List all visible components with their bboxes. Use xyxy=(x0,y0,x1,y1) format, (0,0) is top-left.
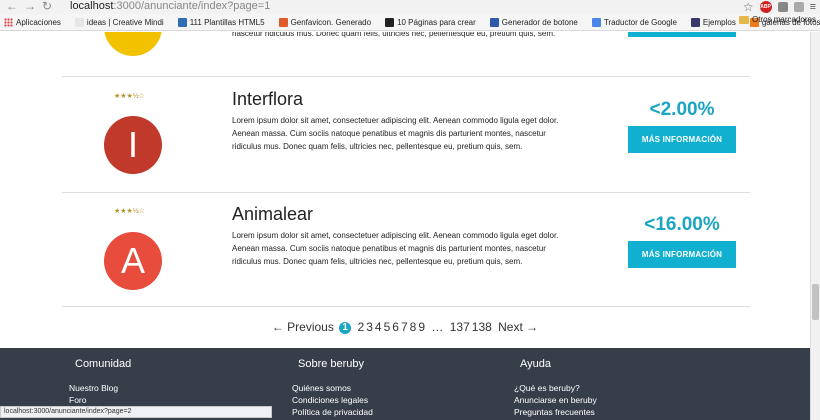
forward-arrow-icon[interactable]: → xyxy=(24,0,36,13)
company-logo: I xyxy=(104,116,162,174)
footer-link[interactable]: Anunciarse en beruby xyxy=(514,394,597,406)
pagination-previous[interactable]: ← Previous xyxy=(272,320,334,334)
page-content: nascetur ridiculus mus. Donec quam felis… xyxy=(0,32,810,420)
bookmark-label: Generador de botone xyxy=(501,17,578,27)
pagination-page-link[interactable]: 2 xyxy=(358,320,365,334)
footer-column-sobre-beruby: Sobre beruby Quiénes somos Condiciones l… xyxy=(292,358,373,418)
footer-link[interactable]: Foro xyxy=(69,394,131,406)
pagination-page-link[interactable]: 3 xyxy=(366,320,373,334)
rating-stars: ★★★½☆ xyxy=(114,208,145,215)
more-info-button[interactable]: MÁS INFORMACIÓN xyxy=(628,126,736,153)
footer-link[interactable]: Nuestro Blog xyxy=(69,382,131,394)
listing-item: ★★★½☆ I Interflora Lorem ipsum dolor sit… xyxy=(62,76,750,192)
menu-icon[interactable]: ≡ xyxy=(810,1,816,13)
footer-column-ayuda: Ayuda ¿Qué es beruby? Anunciarse en beru… xyxy=(514,358,597,418)
other-bookmarks-label: Otros marcadores xyxy=(751,15,816,24)
bookmark-label: Genfavicon. Generado xyxy=(290,17,372,27)
folder-icon xyxy=(738,15,749,24)
bookmark-label: 10 Páginas para crear xyxy=(397,17,476,27)
footer-link[interactable]: Quiénes somos xyxy=(292,382,373,394)
listing-description: Lorem ipsum dolor sit amet, consectetuer… xyxy=(232,231,559,266)
favicon-icon xyxy=(74,17,84,27)
bookmark-label: Traductor de Google xyxy=(603,17,677,27)
bookmark-item[interactable]: 111 Plantillas HTML5 xyxy=(177,17,265,27)
company-logo: A xyxy=(104,232,162,290)
extension-icon[interactable] xyxy=(777,2,788,12)
favicon-icon xyxy=(690,17,700,27)
listing-description-partial: nascetur ridiculus mus. Donec quam felis… xyxy=(232,32,556,38)
extension-icon[interactable] xyxy=(793,2,804,12)
pagination-page-link[interactable]: 5 xyxy=(384,320,391,334)
cashback-percent: <2.00% xyxy=(649,99,715,120)
footer-column-title: Sobre beruby xyxy=(298,358,365,370)
favicon-icon xyxy=(591,17,601,27)
cashback-percent: <16.00% xyxy=(644,214,720,235)
bookmark-label: Aplicaciones xyxy=(16,17,61,27)
bookmark-item[interactable]: Aplicaciones xyxy=(4,17,61,27)
url-path: :3000/anunciante/index?page=1 xyxy=(113,0,271,12)
address-bar[interactable]: localhost:3000/anunciante/index?page=1 xyxy=(70,0,270,13)
rating-stars: ★★★½☆ xyxy=(114,93,145,100)
footer-link[interactable]: Política de privacidad xyxy=(292,406,373,418)
footer-link[interactable]: Preguntas frecuentes xyxy=(514,406,597,418)
pagination-page-link[interactable]: 8 xyxy=(410,320,417,334)
company-logo-partial xyxy=(104,32,162,56)
logo-initial: A xyxy=(120,240,145,281)
pagination-page-link[interactable]: 137 xyxy=(450,320,470,334)
pagination-page-link[interactable]: 9 xyxy=(418,320,425,334)
pagination-page-link[interactable]: 7 xyxy=(401,320,408,334)
bookmark-label: ideas | Creative Mindi xyxy=(86,17,164,27)
browser-toolbar: ← → ↻ localhost:3000/anunciante/index?pa… xyxy=(0,0,820,14)
bookmark-item[interactable]: Traductor de Google xyxy=(591,17,677,27)
more-info-button[interactable]: MÁS INFORMACIÓN xyxy=(628,241,736,268)
listing-description: Lorem ipsum dolor sit amet, consectetuer… xyxy=(232,116,559,151)
pagination-last-pages: 137 138 xyxy=(449,320,493,334)
pagination: ← Previous 1 23456789 … 137 138 Next → xyxy=(0,320,810,334)
bookmark-item[interactable]: Generador de botone xyxy=(489,17,578,27)
bookmark-item[interactable]: Genfavicon. Generado xyxy=(278,17,372,27)
pagination-ellipsis: … xyxy=(431,320,444,334)
favicon-icon xyxy=(385,17,395,27)
bookmark-item[interactable]: ideas | Creative Mindi xyxy=(74,17,164,27)
footer-column-title: Comunidad xyxy=(75,358,132,370)
company-name[interactable]: Animalear xyxy=(232,204,313,225)
url-host: localhost xyxy=(70,0,114,12)
bookmark-label: Ejemplos xyxy=(702,17,736,27)
pagination-page-link[interactable]: 4 xyxy=(375,320,382,334)
logo-initial: I xyxy=(127,124,138,165)
page-scrollbar[interactable] xyxy=(810,32,820,420)
footer-link[interactable]: Condiciones legales xyxy=(292,394,373,406)
status-bar-url: localhost:3000/anunciante/index?page=2 xyxy=(0,406,272,418)
bookmark-label: 111 Plantillas HTML5 xyxy=(189,17,265,27)
listing-item: ★★★½☆ A Animalear Lorem ipsum dolor sit … xyxy=(62,192,750,306)
favicon-icon xyxy=(278,17,288,27)
other-bookmarks[interactable]: Otros marcadores xyxy=(738,15,816,24)
footer-column-comunidad: Comunidad Nuestro Blog Foro xyxy=(69,358,131,406)
footer-column-title: Ayuda xyxy=(520,358,551,370)
reload-icon[interactable]: ↻ xyxy=(42,0,52,13)
pagination-current-page[interactable]: 1 xyxy=(339,322,352,334)
bookmark-star-icon[interactable]: ☆ xyxy=(743,0,754,14)
apps-grid-icon xyxy=(4,17,13,27)
bookmark-item[interactable]: 10 Páginas para crear xyxy=(385,17,476,27)
footer-link[interactable]: ¿Qué es beruby? xyxy=(514,382,597,394)
bookmarks-bar: Aplicaciones ideas | Creative Mindi 111 Pl… xyxy=(0,14,820,31)
company-name[interactable]: Interflora xyxy=(232,89,303,110)
listing-separator xyxy=(62,306,750,307)
favicon-icon xyxy=(177,17,187,27)
adblock-icon[interactable]: ABP xyxy=(759,1,772,13)
pagination-page-link[interactable]: 138 xyxy=(472,320,492,334)
bookmark-item[interactable]: Ejemplos xyxy=(690,17,736,27)
scrollbar-thumb[interactable] xyxy=(812,284,819,320)
back-arrow-icon[interactable]: ← xyxy=(6,0,18,13)
favicon-icon xyxy=(489,17,499,27)
pagination-pages: 23456789 xyxy=(357,320,427,334)
pagination-next[interactable]: Next → xyxy=(498,320,538,334)
pagination-page-link[interactable]: 6 xyxy=(392,320,399,334)
more-info-button-partial[interactable] xyxy=(628,32,736,37)
